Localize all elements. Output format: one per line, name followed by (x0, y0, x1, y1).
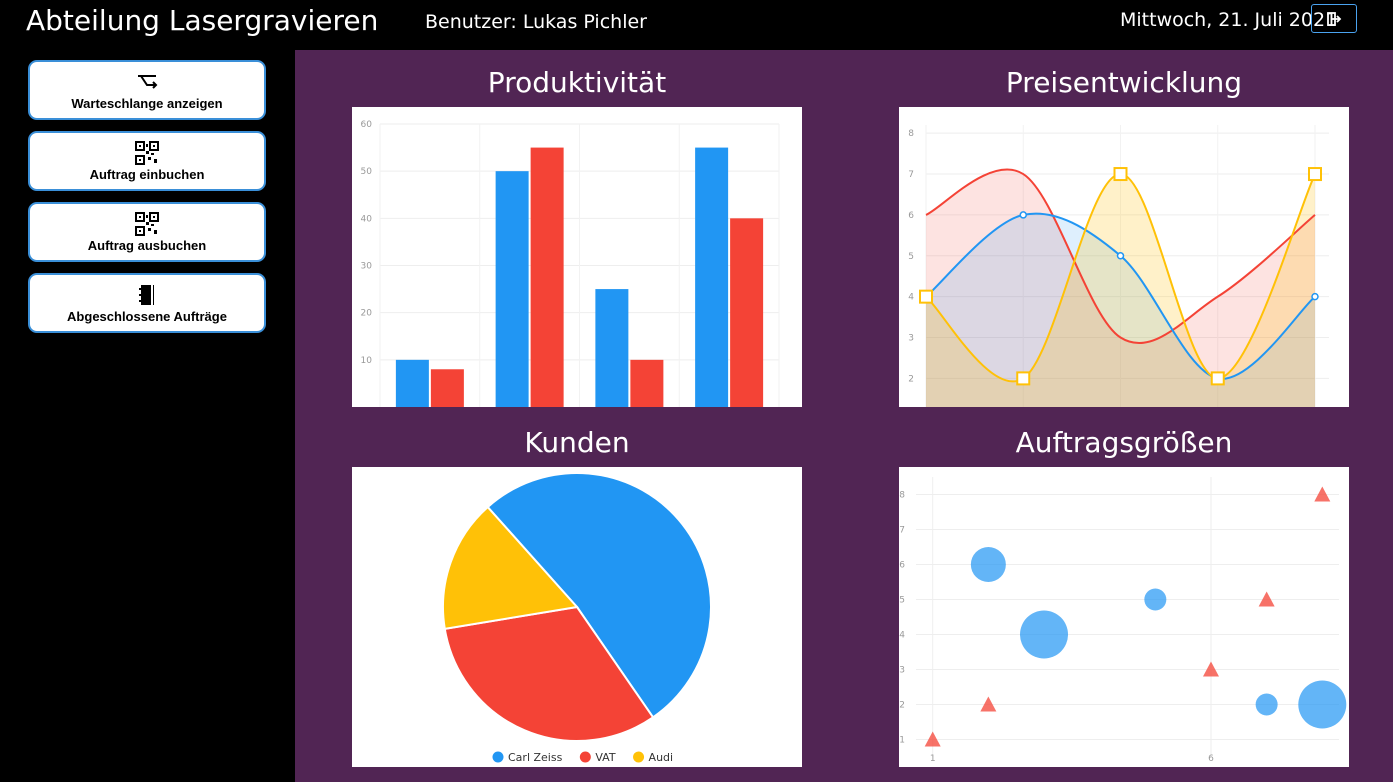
y-tick-label: 1 (899, 736, 905, 746)
legend-label: Carl Zeiss (508, 751, 563, 764)
legend-label: VAT (595, 751, 615, 764)
y-tick-label: 40 (361, 214, 373, 224)
bar (630, 359, 664, 407)
y-tick-label: 2 (908, 374, 914, 384)
prices-title: Preisentwicklung (1005, 66, 1243, 99)
y-tick-label: 10 (361, 356, 373, 366)
y-tick-label: 6 (908, 211, 914, 221)
y-tick-label: 8 (908, 129, 914, 139)
productivity-bar-chart: 10 20 30 40 50 60 (361, 120, 780, 407)
legend-swatch (633, 751, 645, 763)
data-point (919, 289, 933, 304)
y-tick-label: 8 (899, 491, 905, 501)
completed-orders-button[interactable]: Abgeschlossene Aufträge (28, 273, 266, 333)
orders-scatter-chart: 1 2 3 4 5 6 7 8 1 6 (899, 477, 1347, 764)
current-user: Benutzer: Lukas Pichler (425, 11, 647, 33)
current-date: Mittwoch, 21. Juli 2021 (1120, 9, 1338, 31)
show-queue-button[interactable]: Warteschlange anzeigen (28, 60, 266, 120)
bar (395, 359, 429, 407)
bar (695, 147, 729, 407)
y-tick-label: 60 (361, 120, 373, 130)
show-queue-label: Warteschlange anzeigen (71, 95, 223, 111)
data-point (1116, 252, 1125, 260)
legend-swatch (579, 751, 591, 763)
app-title: Abteilung Lasergravieren (26, 4, 379, 37)
y-tick-label: 7 (899, 526, 905, 536)
qr-code-icon (135, 211, 159, 236)
y-tick-label: 3 (908, 334, 914, 344)
y-tick-label: 4 (899, 631, 905, 641)
book-out-order-label: Auftrag ausbuchen (87, 237, 207, 253)
logout-icon (1327, 11, 1342, 26)
bar (595, 289, 629, 407)
dashboard: Produktivität 10 20 30 40 50 60 Preisentwickl… (295, 50, 1393, 782)
customers-title: Kunden (524, 426, 630, 459)
y-tick-label: 2 (899, 701, 905, 711)
productivity-title: Produktivität (487, 66, 667, 99)
prices-area-chart: 2 3 4 5 6 7 8 (908, 125, 1329, 407)
top-bar: Abteilung Lasergravieren Benutzer: Lukas… (0, 0, 1393, 50)
bubble (1144, 588, 1167, 611)
y-tick-label: 6 (899, 561, 905, 571)
logout-button[interactable] (1311, 4, 1357, 33)
x-tick-label: 6 (1208, 754, 1214, 764)
data-point (1016, 371, 1031, 386)
sidebar: Warteschlange anzeigen Auftrag einbuchen (0, 50, 295, 782)
bubble (1020, 610, 1069, 659)
orders-title: Auftragsgrößen (1015, 426, 1233, 459)
bubble (1255, 693, 1278, 716)
y-tick-label: 7 (908, 170, 914, 180)
bar (430, 369, 464, 407)
customers-chart: Carl Zeiss VAT Audi (352, 467, 802, 767)
y-tick-label: 30 (361, 262, 373, 272)
y-tick-label: 5 (908, 252, 914, 262)
data-point (1019, 211, 1027, 219)
productivity-chart: 10 20 30 40 50 60 (352, 107, 802, 407)
book-in-order-label: Auftrag einbuchen (89, 166, 205, 182)
y-tick-label: 3 (899, 666, 905, 676)
data-point (1113, 167, 1128, 182)
y-tick-label: 5 (899, 596, 905, 606)
book-out-order-button[interactable]: Auftrag ausbuchen (28, 202, 266, 262)
bar (495, 171, 529, 407)
bubble (1298, 680, 1347, 729)
legend-swatch (492, 751, 504, 763)
prices-chart: 2 3 4 5 6 7 8 (899, 107, 1349, 407)
book-in-order-button[interactable]: Auftrag einbuchen (28, 131, 266, 191)
y-tick-label: 50 (361, 167, 373, 177)
orders-chart: 1 2 3 4 5 6 7 8 1 6 (899, 467, 1349, 767)
notebook-icon (137, 283, 157, 307)
data-point (1308, 167, 1322, 182)
customers-pie-chart: Carl Zeiss VAT Audi (442, 472, 712, 764)
y-tick-label: 4 (908, 293, 914, 303)
queue-icon (136, 70, 158, 94)
completed-orders-label: Abgeschlossene Aufträge (67, 308, 227, 324)
bar (730, 218, 764, 407)
legend-label: Audi (649, 751, 674, 764)
y-tick-label: 20 (361, 309, 373, 319)
data-point (1311, 292, 1319, 301)
qr-code-icon (135, 140, 159, 165)
bubble (970, 547, 1006, 582)
bar (530, 147, 564, 407)
x-tick-label: 1 (930, 754, 936, 764)
data-point (1210, 371, 1225, 386)
